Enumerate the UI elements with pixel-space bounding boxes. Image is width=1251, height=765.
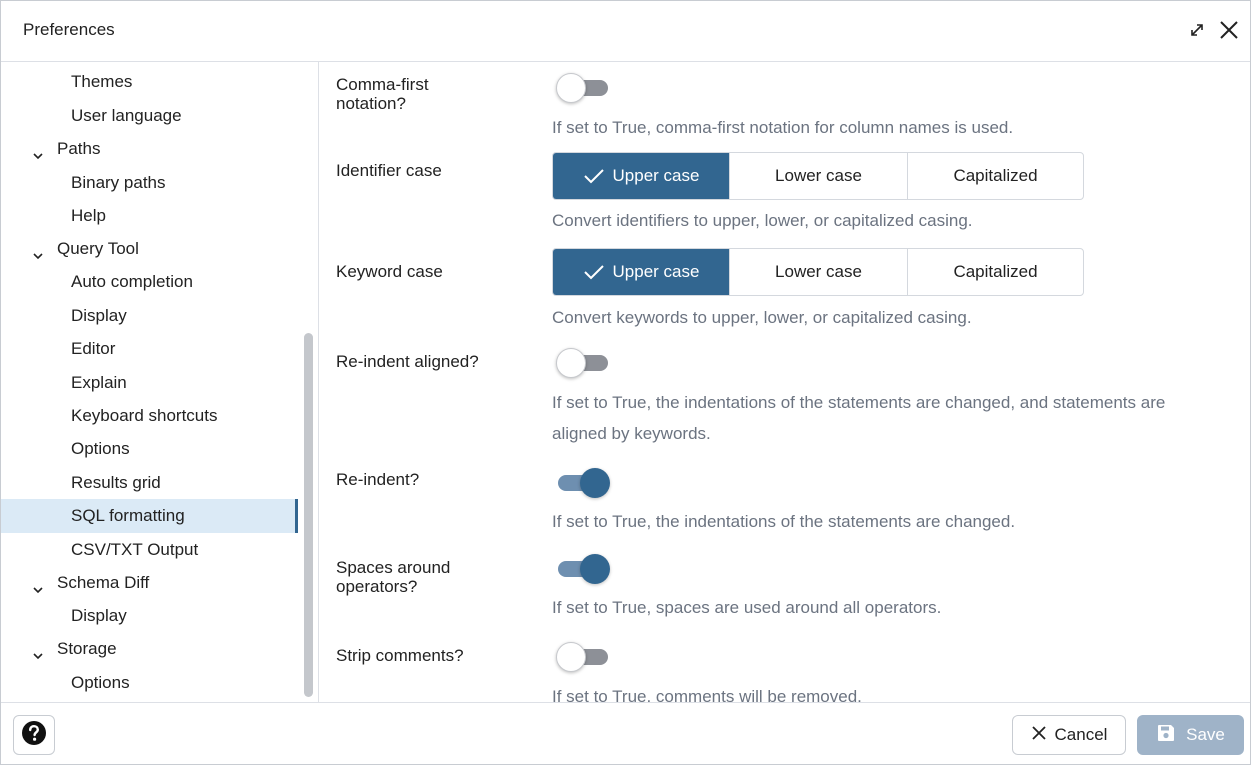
chevron-down-icon[interactable]: [31, 575, 45, 594]
spaces-around-operators-label: Spaces around operators?: [336, 558, 451, 596]
check-icon: [583, 167, 605, 185]
identifier-case-upper-option[interactable]: Upper case: [553, 153, 730, 199]
tree-item-label: Themes: [71, 72, 133, 91]
save-button[interactable]: Save: [1137, 715, 1244, 755]
reindent-label: Re-indent?: [336, 470, 420, 489]
tree-node-query-tool[interactable]: Query Tool: [1, 232, 301, 266]
reindent-toggle[interactable]: [556, 466, 614, 500]
tree-item-label: Editor: [71, 339, 116, 358]
tree-item-label: Options: [71, 439, 130, 458]
tree-item-schema-diff-display[interactable]: Display: [1, 599, 301, 633]
tree-node-paths[interactable]: Paths: [1, 132, 301, 166]
sidebar-scrollbar[interactable]: [304, 333, 313, 697]
chevron-down-icon[interactable]: [31, 141, 45, 160]
tree-item-user-language[interactable]: User language: [1, 99, 301, 133]
strip-comments-label: Strip comments?: [336, 646, 464, 665]
tree-item-explain[interactable]: Explain: [1, 366, 301, 400]
reindent-aligned-label: Re-indent aligned?: [336, 352, 479, 371]
tree-item-label: Results grid: [71, 473, 161, 492]
cancel-button[interactable]: Cancel: [1012, 715, 1126, 755]
keyword-case-upper-option[interactable]: Upper case: [553, 249, 730, 295]
expand-arrows-icon[interactable]: [1184, 17, 1210, 43]
keyword-case-help: Convert keywords to upper, lower, or cap…: [552, 308, 972, 327]
strip-comments-help: If set to True, comments will be removed…: [552, 687, 862, 702]
tree-item-auto-completion[interactable]: Auto completion: [1, 265, 301, 299]
close-icon[interactable]: [1216, 17, 1242, 43]
reindent-aligned-help: If set to True, the indentations of the …: [552, 393, 1166, 443]
chevron-down-icon[interactable]: [31, 241, 45, 260]
question-circle-icon: [21, 720, 47, 751]
chevron-down-icon[interactable]: [31, 641, 45, 660]
tree-item-label: Auto completion: [71, 272, 193, 291]
option-label: Upper case: [612, 166, 700, 185]
option-label: Lower case: [775, 166, 862, 185]
tree-item-binary-paths[interactable]: Binary paths: [1, 166, 301, 200]
option-label: Capitalized: [953, 262, 1038, 281]
tree-item-label: Paths: [57, 139, 101, 158]
spaces-around-operators-help: If set to True, spaces are used around a…: [552, 598, 942, 617]
identifier-case-selector: Upper case Lower case Capitalized: [552, 152, 1084, 200]
tree-item-label: Binary paths: [71, 173, 166, 192]
tree-node-schema-diff[interactable]: Schema Diff: [1, 566, 301, 600]
tree-item-label: Query Tool: [57, 239, 139, 258]
reindent-aligned-toggle[interactable]: [556, 346, 614, 380]
option-label: Upper case: [612, 262, 700, 281]
option-label: Lower case: [775, 262, 862, 281]
tree-item-label: Display: [71, 606, 127, 625]
tree-item-options[interactable]: Options: [1, 432, 301, 466]
title-bar[interactable]: Preferences: [1, 1, 1250, 62]
tree-item-results-grid[interactable]: Results grid: [1, 466, 301, 500]
settings-panel: Comma-first notation? If set to True, co…: [320, 62, 1232, 702]
preferences-tree[interactable]: Themes User language Paths Binary paths …: [1, 62, 319, 702]
check-icon: [583, 263, 605, 281]
title-actions: [1184, 17, 1242, 43]
identifier-case-capitalized-option[interactable]: Capitalized: [908, 153, 1083, 199]
help-button[interactable]: [13, 715, 55, 755]
keyword-case-lower-option[interactable]: Lower case: [730, 249, 908, 295]
option-label: Capitalized: [953, 166, 1038, 185]
cancel-button-label: Cancel: [1054, 725, 1108, 744]
tree-item-label: Display: [71, 306, 127, 325]
tree-item-label: CSV/TXT Output: [71, 540, 199, 559]
tree-item-csv-txt-output[interactable]: CSV/TXT Output: [1, 533, 301, 567]
floppy-disk-icon: [1156, 723, 1176, 748]
tree-item-keyboard-shortcuts[interactable]: Keyboard shortcuts: [1, 399, 301, 433]
strip-comments-toggle[interactable]: [556, 640, 614, 674]
preferences-dialog: Preferences Themes User language Paths B…: [0, 0, 1251, 765]
tree-item-sql-formatting[interactable]: SQL formatting: [1, 499, 298, 533]
comma-first-label: Comma-first notation?: [336, 75, 429, 113]
tree-item-label: Help: [71, 206, 106, 225]
comma-first-toggle[interactable]: [556, 71, 614, 105]
tree-item-help[interactable]: Help: [1, 199, 301, 233]
identifier-case-help: Convert identifiers to upper, lower, or …: [552, 211, 973, 230]
tree-item-label: Storage: [57, 639, 117, 658]
tree-item-label: Options: [71, 673, 130, 692]
identifier-case-lower-option[interactable]: Lower case: [730, 153, 908, 199]
tree-node-storage[interactable]: Storage: [1, 632, 301, 666]
close-icon: [1031, 725, 1047, 746]
identifier-case-label: Identifier case: [336, 161, 442, 180]
keyword-case-selector: Upper case Lower case Capitalized: [552, 248, 1084, 296]
tree-item-label: Keyboard shortcuts: [71, 406, 218, 425]
tree-item-themes[interactable]: Themes: [1, 65, 301, 99]
reindent-help: If set to True, the indentations of the …: [552, 512, 1016, 531]
tree-item-storage-options[interactable]: Options: [1, 666, 301, 700]
keyword-case-capitalized-option[interactable]: Capitalized: [908, 249, 1083, 295]
dialog-footer: Cancel Save: [1, 702, 1250, 764]
tree-item-editor[interactable]: Editor: [1, 332, 301, 366]
tree-item-label: Explain: [71, 373, 127, 392]
tree-item-label: Schema Diff: [57, 573, 150, 592]
save-button-label: Save: [1186, 725, 1225, 744]
spaces-around-operators-toggle[interactable]: [556, 552, 614, 586]
tree-item-display[interactable]: Display: [1, 299, 301, 333]
tree-item-label: User language: [71, 106, 182, 125]
comma-first-help: If set to True, comma-first notation for…: [552, 118, 1014, 137]
tree-item-label: SQL formatting: [71, 506, 185, 525]
keyword-case-label: Keyword case: [336, 262, 443, 281]
dialog-title: Preferences: [23, 20, 115, 39]
